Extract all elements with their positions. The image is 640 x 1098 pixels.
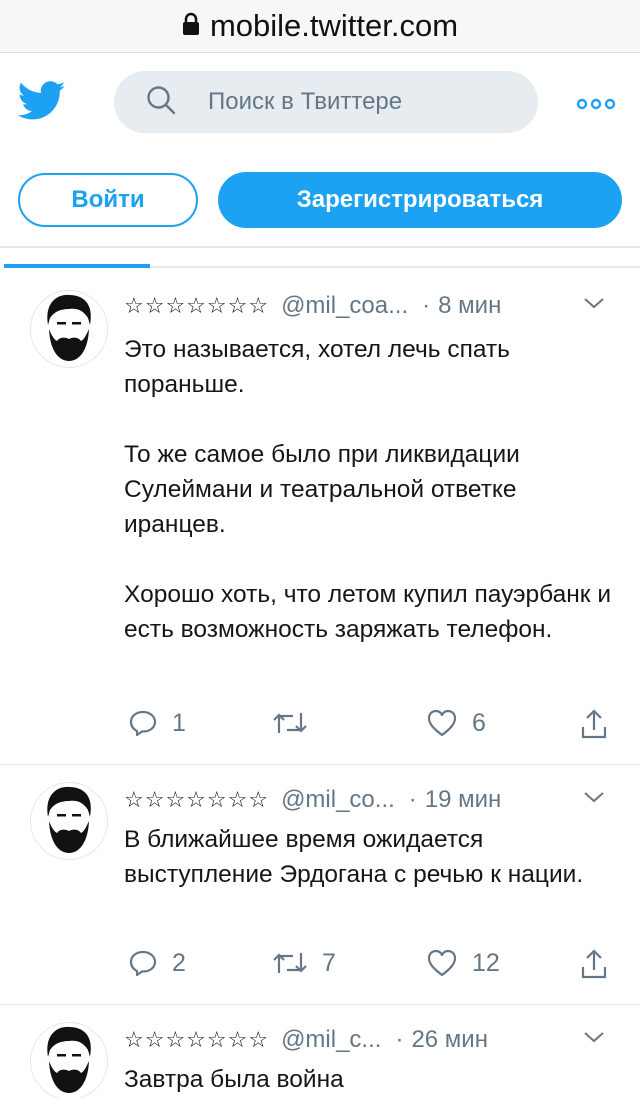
avatar[interactable] [30, 782, 108, 860]
separator-dot: · [395, 1026, 404, 1053]
retweet-button[interactable] [272, 708, 322, 738]
like-count: 6 [472, 708, 486, 737]
reply-count: 2 [172, 948, 186, 977]
tweet-header: ☆☆☆☆☆☆☆ @mil_co... · 19 мин [124, 782, 501, 818]
retweet-icon [273, 713, 307, 733]
retweet-button[interactable]: 7 [272, 948, 336, 978]
retweet-icon [273, 953, 307, 973]
separator-dot: · [422, 292, 431, 319]
tweet[interactable]: ☆☆☆☆☆☆☆ @mil_coa... · 8 мин Это называет… [0, 268, 640, 765]
lock-icon [182, 8, 200, 44]
url-text: mobile.twitter.com [209, 8, 459, 43]
search-bar[interactable] [114, 71, 538, 133]
tweet-text: В ближайшее время ожидается выступление … [124, 826, 584, 888]
divider [0, 246, 640, 248]
author-handle[interactable]: @mil_coa... [281, 292, 408, 320]
author-handle[interactable]: @mil_co... [281, 786, 395, 814]
reply-icon [129, 710, 157, 737]
caret-down-icon[interactable] [582, 296, 606, 315]
auth-buttons: Войти Зарегистрироваться [0, 170, 640, 230]
share-button[interactable] [580, 708, 608, 740]
url-bar[interactable]: mobile.twitter.com [0, 0, 640, 53]
share-button[interactable] [580, 948, 608, 980]
avatar[interactable] [30, 1022, 108, 1098]
reply-button[interactable]: 1 [128, 708, 186, 738]
share-icon [581, 709, 607, 739]
caret-down-icon[interactable] [582, 790, 606, 809]
search-input[interactable] [206, 87, 510, 117]
signup-button[interactable]: Зарегистрироваться [218, 172, 622, 228]
tweet-time[interactable]: 8 мин [438, 292, 501, 320]
tweet-header: ☆☆☆☆☆☆☆ @mil_c... · 26 мин [124, 1022, 488, 1058]
like-button[interactable]: 6 [426, 708, 486, 738]
separator-dot: · [408, 786, 417, 813]
reply-count: 1 [172, 708, 186, 737]
author-name[interactable]: ☆☆☆☆☆☆☆ [124, 1027, 269, 1053]
tweet-actions: 2 7 12 [124, 948, 624, 982]
twitter-bird-icon[interactable] [17, 81, 66, 126]
like-icon [427, 949, 457, 977]
tweet-text: Завтра была война [124, 1066, 344, 1093]
app-header [0, 53, 640, 153]
author-name[interactable]: ☆☆☆☆☆☆☆ [124, 293, 269, 319]
avatar[interactable] [30, 290, 108, 368]
tweet[interactable]: ☆☆☆☆☆☆☆ @mil_co... · 19 мин В ближайшее … [0, 764, 640, 1005]
like-icon [427, 709, 457, 737]
caret-down-icon[interactable] [582, 1030, 606, 1049]
search-icon [146, 85, 176, 120]
login-button[interactable]: Войти [18, 173, 198, 227]
more-icon[interactable] [576, 97, 616, 116]
tweet-actions: 1 6 [124, 708, 624, 742]
tweet[interactable]: ☆☆☆☆☆☆☆ @mil_c... · 26 мин Завтра была в… [0, 1004, 640, 1098]
reply-icon [129, 950, 157, 977]
retweet-count: 7 [322, 948, 336, 977]
author-name[interactable]: ☆☆☆☆☆☆☆ [124, 787, 269, 813]
like-button[interactable]: 12 [426, 948, 500, 978]
author-handle[interactable]: @mil_c... [281, 1026, 381, 1054]
reply-button[interactable]: 2 [128, 948, 186, 978]
tweet-time[interactable]: 19 мин [425, 786, 502, 814]
tweet-time[interactable]: 26 мин [411, 1026, 488, 1054]
tweet-header: ☆☆☆☆☆☆☆ @mil_coa... · 8 мин [124, 288, 501, 324]
tweet-text: Это называется, хотел лечь спать пораньш… [124, 336, 612, 643]
like-count: 12 [472, 948, 500, 977]
share-icon [581, 949, 607, 979]
